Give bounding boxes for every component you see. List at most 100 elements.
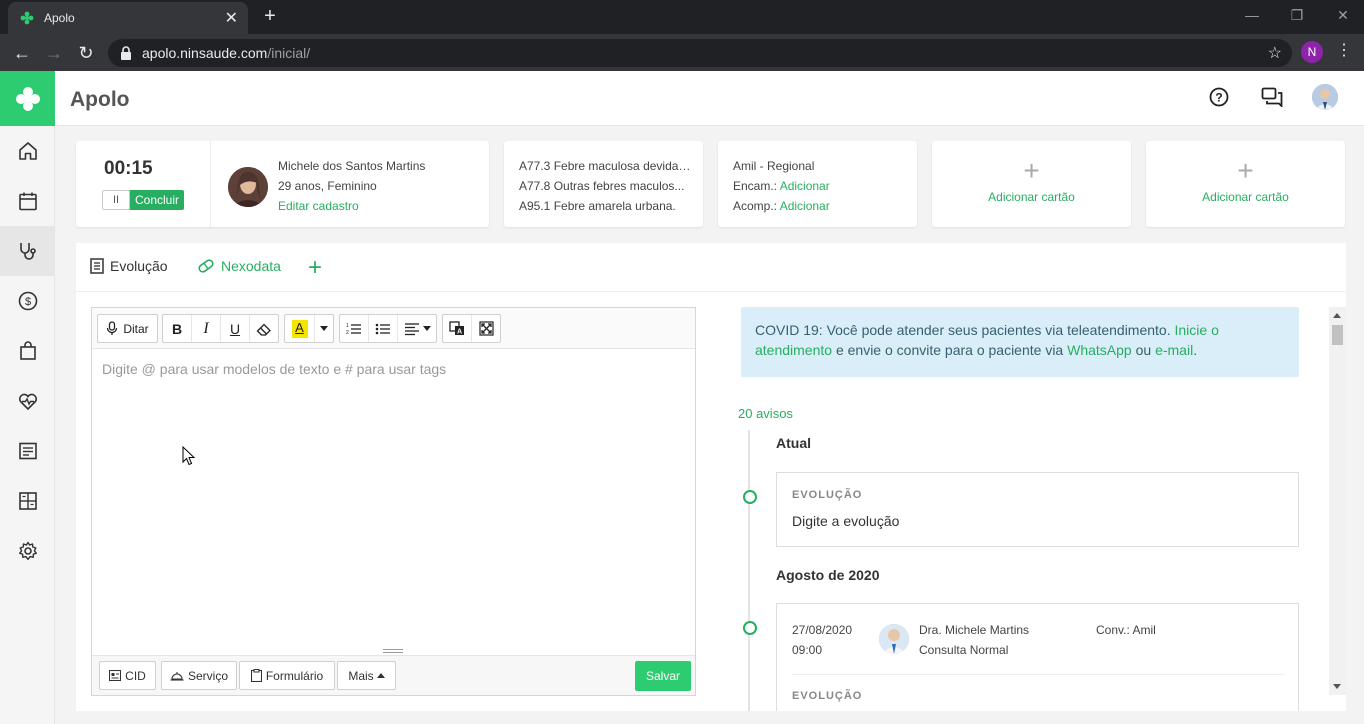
timeline-line	[748, 430, 750, 711]
timeline-scrollbar[interactable]	[1329, 307, 1346, 695]
back-icon[interactable]: ←	[10, 41, 34, 65]
svg-text:1: 1	[346, 323, 349, 329]
email-link[interactable]: e-mail	[1155, 342, 1193, 358]
scroll-thumb[interactable]	[1332, 325, 1343, 345]
doctor-avatar	[879, 624, 909, 654]
dictate-button[interactable]: Ditar	[98, 315, 157, 342]
fullscreen-button[interactable]	[472, 315, 500, 342]
window-close-icon[interactable]: ✕	[1333, 5, 1353, 25]
service-button[interactable]: Serviço	[161, 661, 237, 690]
entry-divider	[792, 674, 1284, 675]
help-icon[interactable]: ?	[1205, 83, 1233, 111]
app-logo[interactable]	[0, 71, 55, 126]
url-host: apolo.ninsaude.com	[142, 45, 268, 61]
save-button[interactable]: Salvar	[635, 661, 691, 691]
insurance-plan: Amil - Regional	[733, 159, 815, 173]
sidebar-item-health[interactable]	[0, 376, 55, 426]
timeline-section-title: Agosto de 2020	[776, 567, 880, 583]
svg-text:2: 2	[346, 330, 349, 336]
tab-evolucao-label: Evolução	[110, 258, 168, 274]
tab-evolucao[interactable]: Evolução	[90, 258, 168, 274]
dictate-label: Ditar	[123, 321, 149, 336]
sidebar-item-settings[interactable]	[0, 526, 55, 576]
sidebar-item-reports[interactable]	[0, 426, 55, 476]
add-referral-link[interactable]: Adicionar	[780, 179, 830, 193]
form-label: Formulário	[265, 668, 324, 683]
close-tab-icon[interactable]: ✕	[225, 8, 238, 28]
sidebar-item-calendar[interactable]	[0, 176, 55, 226]
covid-text: e envie o convite para o paciente via	[832, 342, 1068, 358]
cid-card[interactable]: A77.3 Febre maculosa devida ... A77.8 Ou…	[504, 141, 703, 227]
current-evolution-card[interactable]: EVOLUÇÃO Digite a evolução	[776, 472, 1299, 547]
new-tab-button[interactable]: +	[258, 4, 282, 28]
scroll-down-icon[interactable]	[1333, 684, 1341, 689]
sidebar-item-home[interactable]	[0, 126, 55, 176]
user-avatar[interactable]	[1312, 84, 1338, 110]
mouse-cursor-icon	[182, 446, 196, 466]
covid-text: .	[1193, 342, 1198, 358]
add-card-button[interactable]: + Adicionar cartão	[932, 141, 1131, 227]
resize-handle[interactable]	[383, 649, 403, 653]
profile-avatar[interactable]: N	[1301, 41, 1323, 63]
cid-button[interactable]: CID	[99, 661, 156, 690]
entry-time: 09:00	[792, 643, 823, 657]
chat-icon[interactable]	[1258, 83, 1286, 111]
cid-line: A95.1 Febre amarela urbana.	[519, 199, 676, 213]
translate-button[interactable]: A	[443, 315, 472, 342]
edit-patient-link[interactable]: Editar cadastro	[278, 199, 359, 213]
sidebar-item-dashboard[interactable]	[0, 476, 55, 526]
notices-link[interactable]: 20 avisos	[738, 406, 793, 421]
clear-format-button[interactable]	[250, 315, 278, 342]
finish-button[interactable]: Concluir	[130, 190, 184, 210]
highlight-dropdown[interactable]	[315, 315, 333, 342]
ordered-list-button[interactable]: 12	[340, 315, 369, 342]
restore-icon[interactable]: ❐	[1287, 5, 1307, 25]
more-label: Mais	[348, 668, 374, 683]
editor-input[interactable]: Digite @ para usar modelos de texto e # …	[102, 361, 446, 377]
sidebar-item-attendance[interactable]	[0, 226, 55, 276]
favicon-icon	[20, 11, 34, 25]
ordered-list-icon: 12	[346, 323, 361, 336]
address-bar[interactable]: apolo.ninsaude.com/inicial/ ☆	[108, 39, 1292, 67]
align-dropdown[interactable]	[398, 315, 436, 342]
reload-icon[interactable]: ↻	[74, 41, 98, 65]
pause-button[interactable]: II	[102, 190, 130, 210]
italic-button[interactable]: I	[192, 315, 221, 342]
timeline-dot	[743, 621, 757, 635]
dashboard-icon	[18, 492, 37, 510]
attendance-card: 00:15 II Concluir Michele dos Santos Mar…	[76, 141, 489, 227]
highlight-color-button[interactable]: A	[285, 315, 315, 342]
whatsapp-link[interactable]: WhatsApp	[1067, 342, 1132, 358]
bullet-list-button[interactable]	[369, 315, 398, 342]
service-label: Serviço	[187, 668, 228, 683]
sidebar-item-store[interactable]	[0, 326, 55, 376]
browser-menu-icon[interactable]: ⋮	[1334, 40, 1354, 60]
tab-nexodata[interactable]: Nexodata	[197, 258, 281, 274]
add-card-button[interactable]: + Adicionar cartão	[1146, 141, 1345, 227]
patient-photo[interactable]	[228, 167, 268, 207]
sidebar-item-finance[interactable]: $	[0, 276, 55, 326]
add-companion-link[interactable]: Adicionar	[780, 199, 830, 213]
underline-button[interactable]: U	[221, 315, 250, 342]
svg-text:?: ?	[1215, 91, 1222, 105]
referral-label: Encam.:	[733, 179, 778, 193]
bold-button[interactable]: B	[163, 315, 192, 342]
timeline-entry-card[interactable]: 27/08/2020 09:00 Dra. Michele Martins Co…	[776, 603, 1299, 711]
form-button[interactable]: Formulário	[239, 661, 335, 690]
add-tab-button[interactable]: +	[308, 254, 322, 282]
list-icon	[18, 442, 37, 460]
translate-icon: A	[449, 321, 464, 336]
minimize-icon[interactable]: —	[1242, 5, 1262, 25]
browser-tab[interactable]: Apolo ✕	[8, 2, 248, 34]
plus-icon: +	[1237, 155, 1254, 186]
service-bell-icon	[170, 671, 184, 681]
more-button[interactable]: Mais	[337, 661, 396, 690]
bookmark-star-icon[interactable]: ☆	[1268, 43, 1282, 63]
clipboard-icon	[250, 669, 262, 682]
svg-text:A: A	[457, 329, 462, 336]
scroll-up-icon[interactable]	[1333, 313, 1341, 318]
page-title: Apolo	[70, 88, 130, 111]
heartbeat-icon	[18, 393, 37, 411]
caret-down-icon	[422, 326, 431, 331]
forward-icon[interactable]: →	[42, 41, 66, 65]
